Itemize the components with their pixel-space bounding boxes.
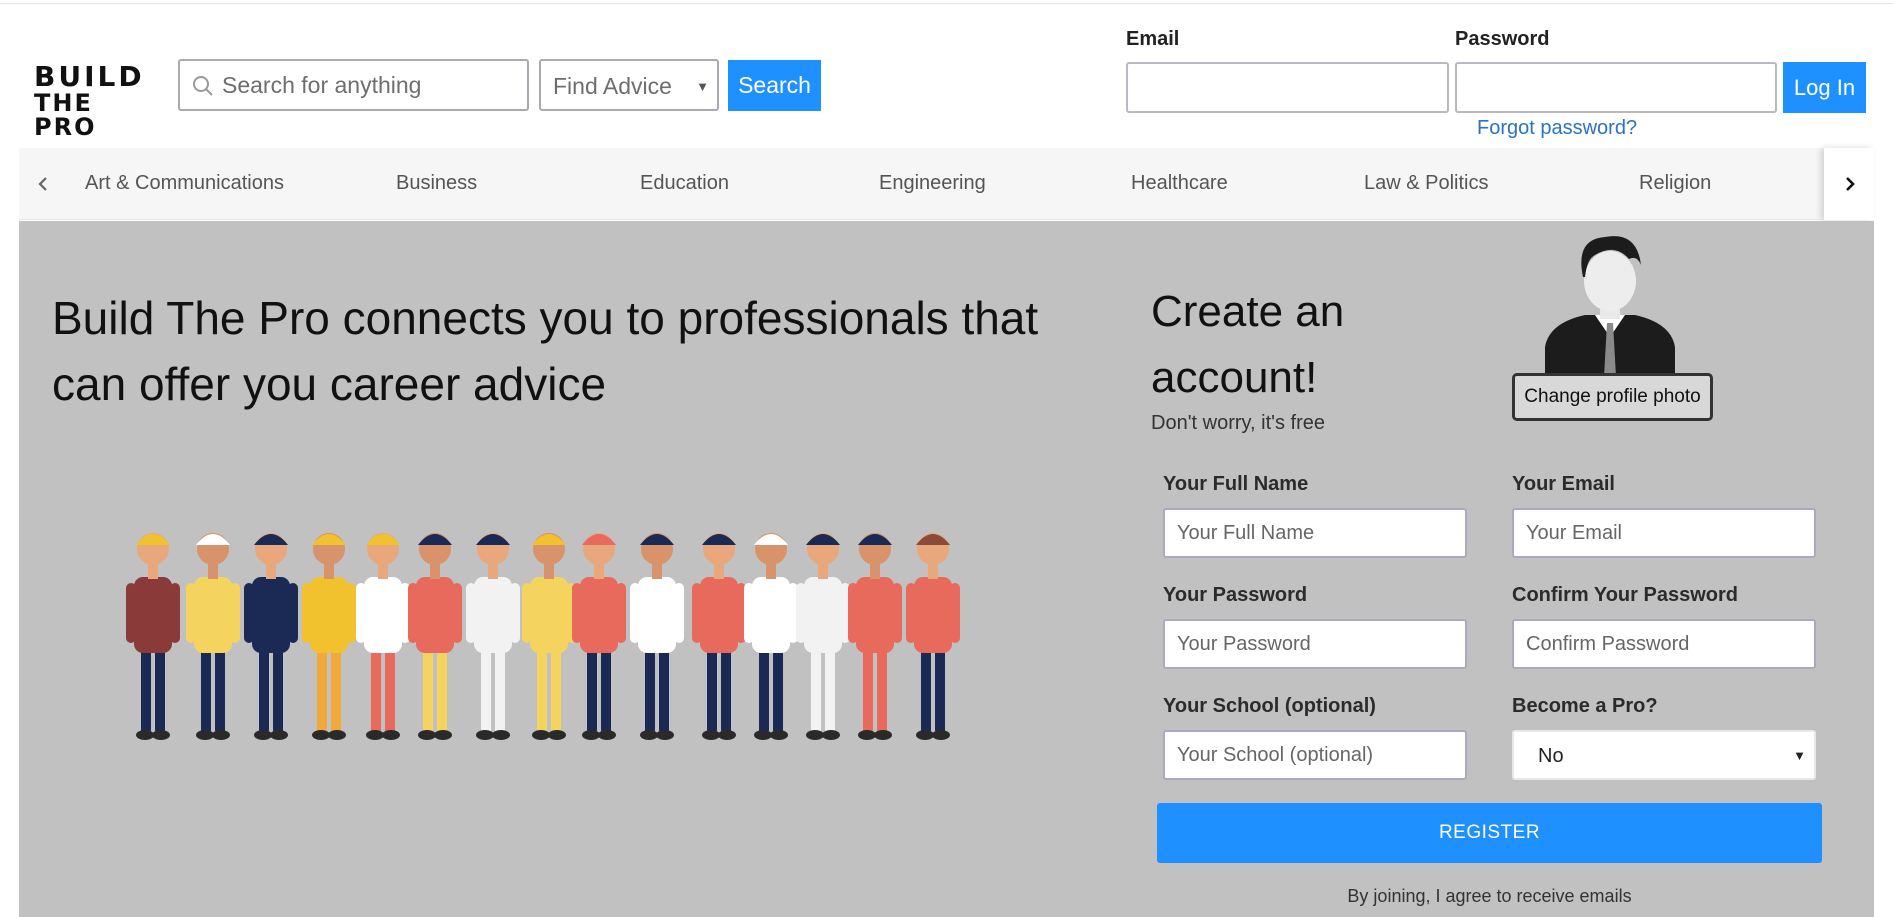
email-input[interactable]	[1514, 510, 1814, 556]
become-pro-select[interactable]: No ▼	[1512, 730, 1816, 780]
professionals-illustration	[126, 533, 960, 740]
professional-figure	[408, 533, 462, 740]
forgot-password-link[interactable]: Forgot password?	[1477, 117, 1637, 140]
become-pro-value: No	[1538, 745, 1564, 767]
professional-figure	[522, 533, 576, 740]
professional-figure	[126, 533, 180, 740]
professional-figure	[744, 533, 798, 740]
professional-figure	[630, 533, 684, 740]
full-name-field[interactable]	[1163, 508, 1467, 558]
password-label: Your Password	[1163, 584, 1308, 606]
chevron-right-icon	[1846, 177, 1855, 191]
category-healthcare[interactable]: Healthcare	[1131, 172, 1228, 195]
school-field[interactable]	[1163, 730, 1467, 780]
search-field[interactable]	[178, 59, 529, 111]
password-field[interactable]	[1163, 619, 1467, 669]
signup-subtitle: Don't worry, it's free	[1151, 412, 1325, 434]
become-pro-label: Become a Pro?	[1512, 695, 1658, 717]
professional-figure	[572, 533, 626, 740]
password-input[interactable]	[1165, 621, 1465, 667]
login-button[interactable]: Log In	[1783, 62, 1866, 113]
professional-figure	[692, 533, 746, 740]
category-education[interactable]: Education	[640, 172, 729, 195]
hero-headline: Build The Pro connects you to profession…	[52, 292, 1039, 410]
hero-section: Build The Pro connects you to profession…	[19, 221, 1874, 917]
login-email-input[interactable]	[1126, 62, 1449, 113]
chevron-left-icon[interactable]	[31, 170, 55, 198]
professional-figure	[466, 533, 520, 740]
login-password-input[interactable]	[1455, 62, 1777, 113]
brand-logo[interactable]: BUILD THE PRO	[34, 60, 154, 141]
find-advice-select[interactable]: Find Advice ▼	[539, 59, 719, 111]
top-divider	[0, 3, 1893, 4]
category-art-communications[interactable]: Art & Communications	[85, 172, 284, 195]
professional-figure	[244, 533, 298, 740]
school-label: Your School (optional)	[1163, 695, 1376, 717]
brand-line-2: THE PRO	[34, 89, 97, 141]
professional-figure	[848, 533, 902, 740]
dropdown-arrow-icon: ▼	[1793, 748, 1806, 763]
confirm-password-input[interactable]	[1514, 621, 1814, 667]
school-input[interactable]	[1165, 732, 1465, 778]
professional-figure	[906, 533, 960, 740]
login-email-label: Email	[1126, 28, 1180, 50]
dropdown-arrow-icon: ▼	[696, 79, 709, 94]
register-button[interactable]: REGISTER	[1157, 803, 1822, 863]
professional-figure	[356, 533, 410, 740]
full-name-input[interactable]	[1165, 510, 1465, 556]
category-engineering[interactable]: Engineering	[879, 172, 986, 195]
confirm-password-field[interactable]	[1512, 619, 1816, 669]
search-input[interactable]	[222, 69, 517, 101]
change-profile-photo-button[interactable]: Change profile photo	[1512, 373, 1713, 421]
confirm-password-label: Confirm Your Password	[1512, 584, 1738, 606]
category-religion[interactable]: Religion	[1639, 172, 1711, 195]
category-business[interactable]: Business	[396, 172, 477, 195]
brand-line-1: BUILD	[34, 60, 145, 93]
login-password-label: Password	[1455, 28, 1550, 50]
email-label: Your Email	[1512, 473, 1615, 495]
consent-text: By joining, I agree to receive emails	[1347, 886, 1632, 906]
professional-figure	[302, 533, 356, 740]
category-nav: Art & Communications Business Education …	[19, 148, 1874, 220]
signup-title: Create an account!	[1151, 287, 1345, 402]
email-field[interactable]	[1512, 508, 1816, 558]
category-next-button[interactable]	[1824, 148, 1874, 220]
professional-figure	[186, 533, 240, 740]
category-law-politics[interactable]: Law & Politics	[1364, 172, 1489, 195]
full-name-label: Your Full Name	[1163, 473, 1309, 495]
find-advice-value: Find Advice	[553, 73, 672, 99]
profile-avatar-icon	[1545, 236, 1675, 377]
search-icon	[193, 76, 213, 96]
professional-figure	[796, 533, 850, 740]
search-button[interactable]: Search	[728, 60, 821, 111]
